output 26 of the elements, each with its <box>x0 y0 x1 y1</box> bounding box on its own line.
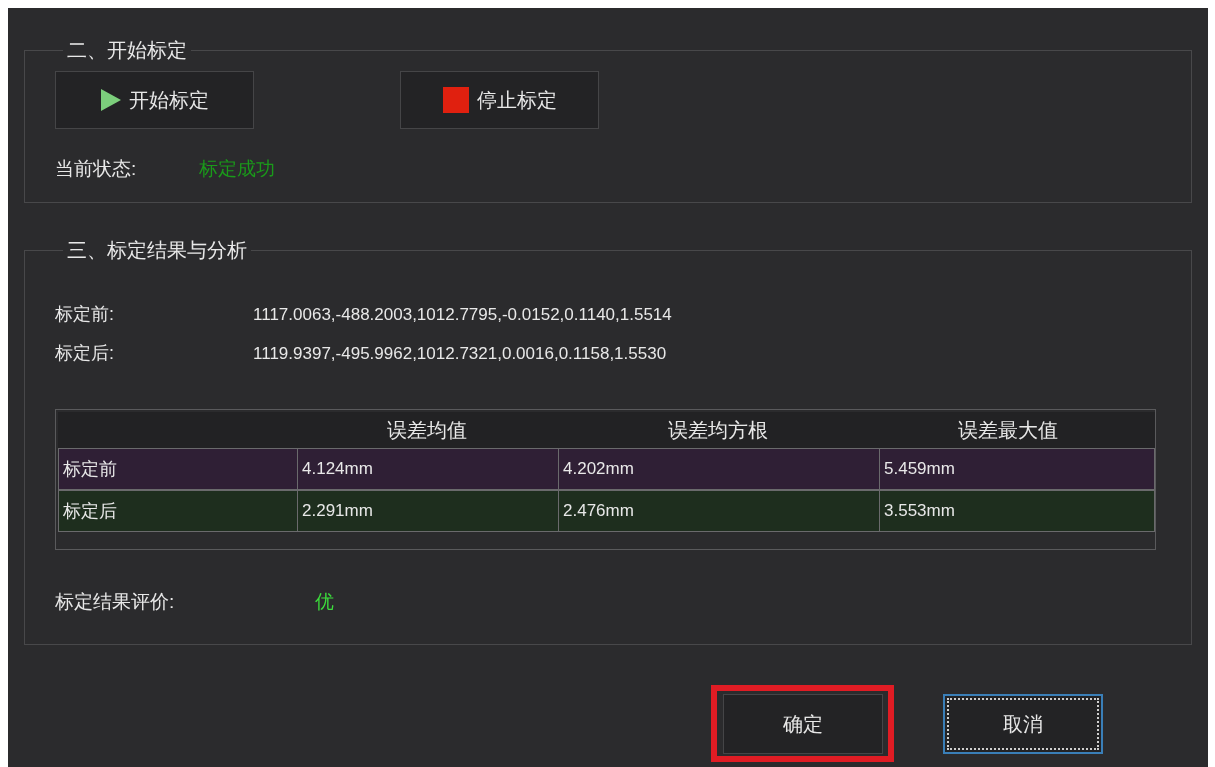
start-button[interactable]: 开始标定 <box>55 71 254 129</box>
table-cell: 3.553mm <box>879 491 1138 531</box>
section-title: 二、开始标定 <box>66 38 188 63</box>
table-cell: 5.459mm <box>879 449 1138 489</box>
param-value: 1117.0063,-488.2003,1012.7795,-0.0152,0.1140,1.5514 <box>253 303 672 326</box>
row-header: 标定后 <box>62 499 118 523</box>
stop-button[interactable]: 停止标定 <box>400 71 599 129</box>
param-label: 标定后: <box>55 342 115 365</box>
table-cell: 4.124mm <box>297 449 558 489</box>
row-header: 标定前 <box>62 457 118 481</box>
status-label: 当前状态: <box>55 157 138 181</box>
play-icon <box>100 89 121 111</box>
status-value: 标定成功 <box>199 157 275 181</box>
column-header: 误差最大值 <box>956 418 1059 443</box>
table-cell: 2.476mm <box>558 491 879 531</box>
table-cell: 2.291mm <box>297 491 558 531</box>
param-value: 1119.9397,-495.9962,1012.7321,0.0016,0.1158,1.5530 <box>253 342 667 365</box>
stop-icon <box>442 87 469 113</box>
section-title: 三、标定结果与分析 <box>66 238 248 263</box>
table-cell: 4.202mm <box>558 449 879 489</box>
param-label: 标定前: <box>55 303 115 326</box>
rating-label: 标定结果评价: <box>55 590 176 614</box>
rating-value: 优 <box>315 590 334 614</box>
column-header: 误差均方根 <box>666 418 769 443</box>
ok-button[interactable]: 确定 <box>711 685 894 762</box>
column-header: 误差均值 <box>385 418 468 443</box>
